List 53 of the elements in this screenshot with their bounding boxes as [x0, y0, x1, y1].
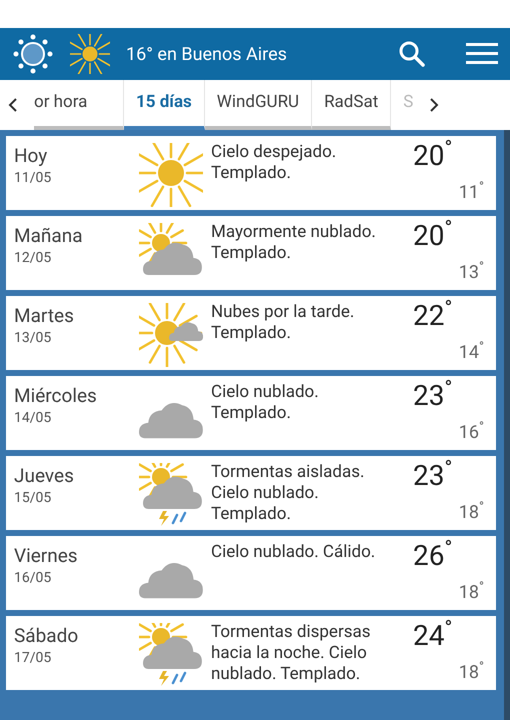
forecast-card[interactable]: Hoy 11/05 Cielo despejado. Templado. 20$^{°}$ 11$^{°}$: [6, 136, 496, 210]
weather-description: Tormentas aisladas. Cielo nublado. Templado.: [211, 461, 366, 526]
day-name: Jueves: [14, 464, 75, 488]
low-temperature: 18$^{°}$: [458, 579, 484, 605]
low-temperature: 16$^{°}$: [458, 419, 484, 445]
forecast-card[interactable]: Sábado 17/05 Tormentas dispersas hacia la noche. Cielo nublado. Templado. 24$^{°}$ 18$^{°}$: [6, 616, 496, 690]
sun-outline-icon: [12, 33, 54, 75]
sun-cloud-icon: [139, 303, 203, 367]
storm-cloud-icon: [139, 623, 203, 687]
forecast-card[interactable]: Mañana 12/05 Mayormente nublado. Templado. 20$^{°}$ 13$^{°}$: [6, 216, 496, 290]
menu-icon[interactable]: [466, 41, 498, 67]
low-temperature: 11$^{°}$: [458, 179, 484, 205]
day-date: 14/05: [14, 409, 52, 428]
weather-description: Cielo nublado. Templado.: [211, 381, 320, 425]
high-temperature: 23$^{°}$: [413, 460, 452, 492]
day-name: Martes: [14, 304, 75, 328]
sun-icon: [139, 143, 203, 207]
day-name: Mañana: [14, 224, 84, 248]
weather-description: Cielo despejado. Templado.: [211, 141, 338, 185]
low-temperature: 18$^{°}$: [458, 659, 484, 685]
day-name: Viernes: [14, 544, 79, 568]
day-date: 15/05: [14, 489, 52, 508]
header-title: 16° en Buenos Aires: [126, 42, 288, 66]
forecast-card[interactable]: Jueves 15/05 Tormentas aisladas. Cielo nublado. Templado. 23$^{°}$ 18$^{°}$: [6, 456, 496, 530]
weather-description: Nubes por la tarde. Templado.: [211, 301, 356, 345]
high-temperature: 20$^{°}$: [413, 220, 452, 252]
day-date: 11/05: [14, 169, 52, 188]
high-temperature: 26$^{°}$: [413, 540, 452, 572]
forecast-card[interactable]: Miércoles 14/05 Cielo nublado. Templado. 23$^{°}$ 16$^{°}$: [6, 376, 496, 450]
sun-icon: [70, 34, 110, 74]
forecast-card[interactable]: Martes 13/05 Nubes por la tarde. Templado. 22$^{°}$ 14$^{°}$: [6, 296, 496, 370]
storm-cloud-icon: [139, 463, 203, 527]
weather-description: Cielo nublado. Cálido.: [211, 541, 376, 564]
day-name: Hoy: [14, 144, 48, 168]
day-date: 16/05: [14, 569, 52, 588]
weather-description: Tormentas dispersas hacia la noche. Cielo nublado. Templado.: [211, 621, 372, 686]
forecast-card[interactable]: Viernes 16/05 Cielo nublado. Cálido. 26$^{°}$ 18$^{°}$: [6, 536, 496, 610]
day-date: 17/05: [14, 649, 52, 668]
search-icon[interactable]: [398, 40, 426, 68]
low-temperature: 18$^{°}$: [458, 499, 484, 525]
day-name: Miércoles: [14, 384, 98, 408]
high-temperature: 23$^{°}$: [413, 380, 452, 412]
day-date: 13/05: [14, 329, 52, 348]
low-temperature: 14$^{°}$: [458, 339, 484, 365]
chevron-left-icon[interactable]: [8, 98, 18, 112]
day-name: Sábado: [14, 624, 80, 648]
high-temperature: 20$^{°}$: [413, 140, 452, 172]
chevron-right-icon[interactable]: [429, 98, 440, 112]
low-temperature: 13$^{°}$: [458, 259, 484, 285]
high-temperature: 22$^{°}$: [413, 300, 452, 332]
weather-description: Mayormente nublado. Templado.: [211, 221, 377, 265]
day-date: 12/05: [14, 249, 52, 268]
high-temperature: 24$^{°}$: [413, 620, 452, 652]
